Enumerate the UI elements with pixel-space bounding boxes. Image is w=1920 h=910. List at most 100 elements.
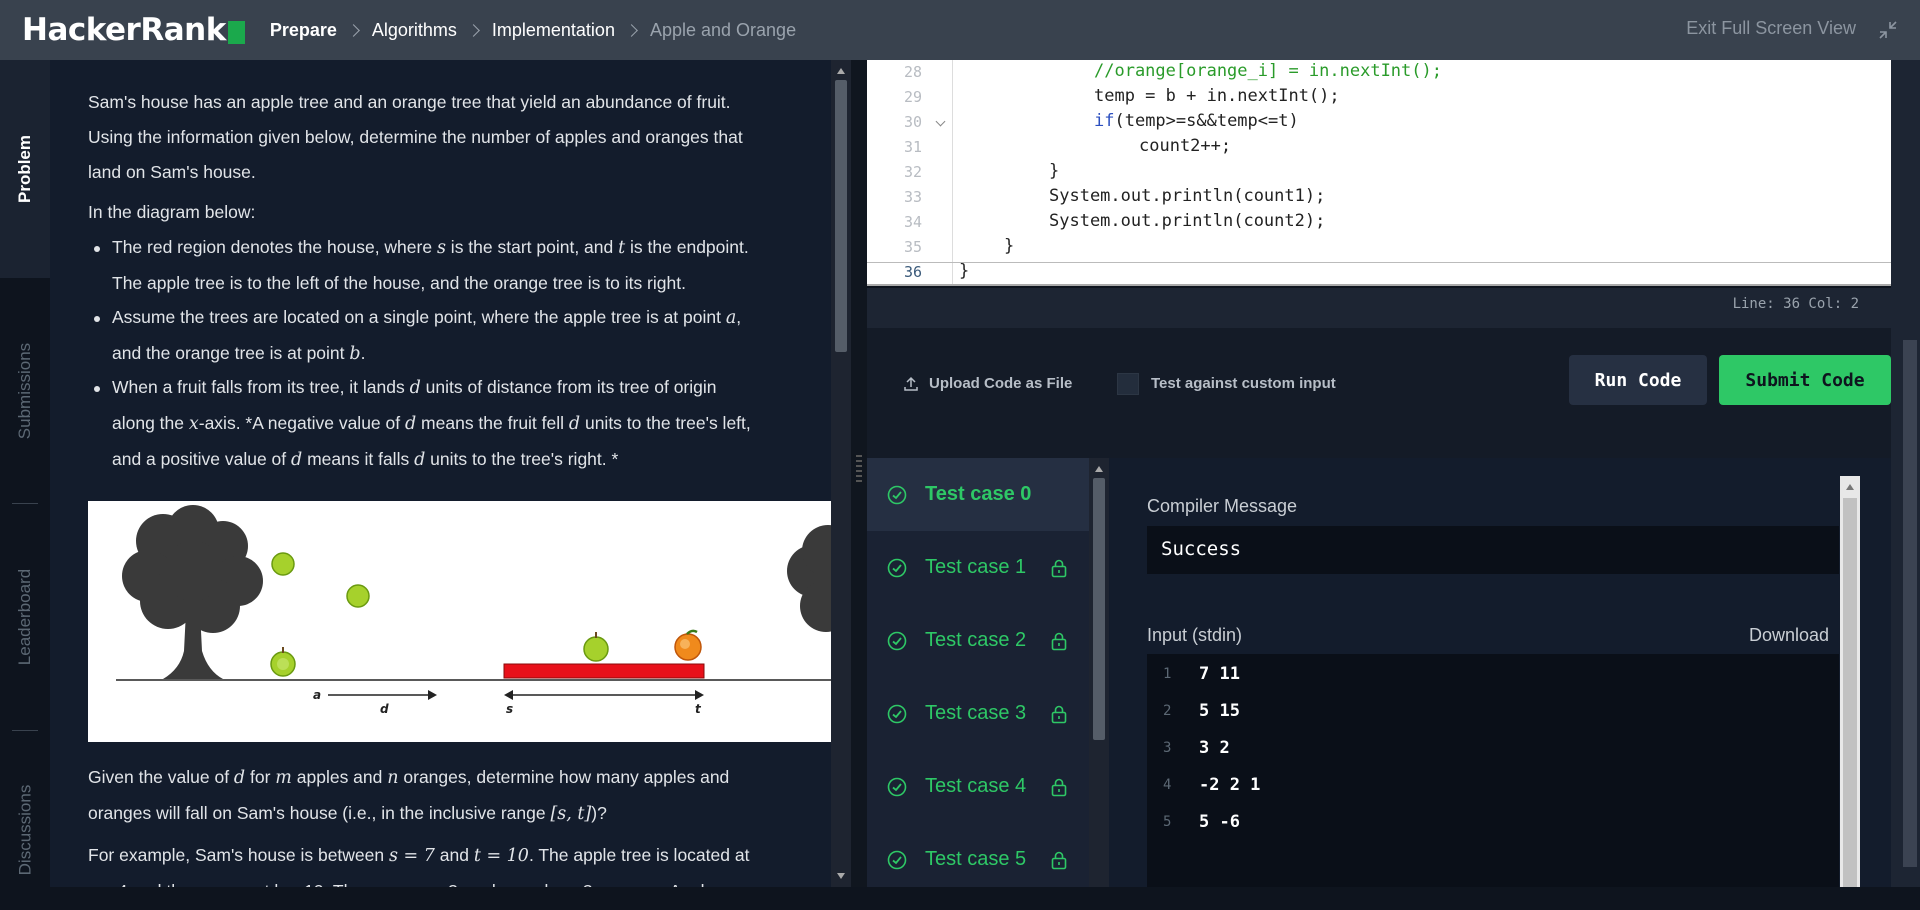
- tab-problem[interactable]: Problem: [0, 60, 50, 278]
- text: .: [360, 343, 366, 363]
- page-scrollbar[interactable]: [1900, 60, 1920, 887]
- problem-scrollbar[interactable]: [831, 60, 851, 887]
- text-line: For example, Sam's house is between s = …: [88, 838, 798, 874]
- text: and the orange tree is at point: [112, 343, 350, 363]
- stdin-line: 5 5 -6: [1147, 804, 1839, 840]
- text-line: oranges will fall on Sam's house (i.e., …: [88, 796, 798, 832]
- resize-handle-icon[interactable]: [856, 452, 862, 496]
- test-case-0[interactable]: Test case 0: [867, 458, 1089, 531]
- text: is the endpoint.: [625, 237, 749, 257]
- code-line[interactable]: if(temp>=s&&temp<=t): [1094, 111, 1299, 131]
- text: and: [434, 845, 474, 865]
- stdin-value: 3 2: [1199, 738, 1230, 758]
- question-paragraph: Given the value of d for m apples and n …: [88, 760, 798, 832]
- breadcrumb-algorithms[interactable]: Algorithms: [372, 20, 457, 41]
- test-case-5[interactable]: Test case 5: [867, 823, 1089, 896]
- line-number: 33: [903, 188, 922, 206]
- tab-discussions[interactable]: Discussions: [0, 750, 50, 910]
- code-line[interactable]: }: [1004, 236, 1014, 256]
- check-circle-icon: [887, 631, 907, 650]
- stdin-line: 1 7 11: [1147, 656, 1839, 692]
- math-b: b: [349, 344, 361, 364]
- text-line: a = 4 and the orange at b = 12. There ar…: [88, 874, 798, 887]
- math-n: n: [387, 768, 399, 788]
- logo-text: HackerRank: [22, 12, 226, 48]
- chevron-right-icon: [625, 23, 638, 37]
- scroll-up-icon[interactable]: [1846, 484, 1854, 490]
- code-line[interactable]: }: [1049, 161, 1059, 181]
- stdin-line-number: 2: [1163, 703, 1172, 719]
- scroll-up-icon[interactable]: [1095, 466, 1103, 472]
- test-case-list: Test case 0 Test case 1 Test case 2 Test ca…: [867, 458, 1089, 887]
- stdin-line-number: 1: [1163, 666, 1172, 682]
- scrollbar-thumb[interactable]: [1093, 478, 1105, 740]
- run-code-button[interactable]: Run Code: [1569, 355, 1707, 405]
- test-case-1[interactable]: Test case 1: [867, 531, 1089, 604]
- code-line[interactable]: //orange[orange_i] = in.nextInt();: [1094, 61, 1442, 81]
- scrollbar-thumb[interactable]: [1903, 340, 1917, 867]
- logo-square-icon: [227, 20, 245, 44]
- text-line: land on Sam's house.: [88, 162, 256, 182]
- bullet: [94, 246, 100, 252]
- test-case-scrollbar[interactable]: [1089, 458, 1109, 887]
- scroll-down-icon[interactable]: [837, 873, 845, 879]
- custom-input-checkbox[interactable]: [1117, 373, 1139, 395]
- breadcrumb-implementation[interactable]: Implementation: [492, 20, 615, 41]
- submit-code-button[interactable]: Submit Code: [1719, 355, 1891, 405]
- code-line[interactable]: count2++;: [1139, 136, 1231, 156]
- diagram-label-d: d: [380, 702, 389, 716]
- code-line[interactable]: System.out.println(count1);: [1049, 186, 1325, 206]
- code-line[interactable]: temp = b + in.nextInt();: [1094, 86, 1340, 106]
- tab-submissions[interactable]: Submissions: [0, 280, 50, 502]
- test-case-label: Test case 2: [925, 629, 1027, 651]
- tab-divider: [12, 503, 38, 504]
- check-circle-icon: [887, 558, 907, 577]
- compiler-message-box: Success: [1147, 526, 1839, 574]
- custom-input-label[interactable]: Test against custom input: [1151, 375, 1336, 392]
- stdin-line-number: 4: [1163, 777, 1172, 793]
- text: -axis. *A negative value of: [198, 413, 405, 433]
- active-line: [867, 262, 1891, 284]
- test-case-2[interactable]: Test case 2: [867, 604, 1089, 677]
- upload-code-button[interactable]: Upload Code as File: [903, 375, 1072, 392]
- text: units to the tree's left,: [580, 413, 751, 433]
- stdin-line-number: 5: [1163, 814, 1172, 830]
- text-line: Assume the trees are located on a single…: [112, 300, 822, 336]
- collapse-icon[interactable]: [1878, 20, 1898, 40]
- example-paragraph: For example, Sam's house is between s = …: [88, 838, 798, 887]
- test-case-4[interactable]: Test case 4: [867, 750, 1089, 823]
- top-bar: HackerRank Prepare Algorithms Implementa…: [0, 0, 1920, 60]
- upload-icon: [904, 376, 918, 391]
- test-output-panel: Compiler Message Success Input (stdin) D…: [1109, 458, 1891, 887]
- hackerrank-logo[interactable]: HackerRank: [22, 12, 245, 48]
- code-token: //orange[orange_i] = in.nextInt();: [1094, 61, 1442, 81]
- math-d: d: [404, 414, 417, 434]
- scrollbar-thumb[interactable]: [835, 80, 847, 352]
- download-link[interactable]: Download: [1749, 625, 1829, 646]
- scrollbar-thumb[interactable]: [1843, 498, 1857, 887]
- bullet-fruit-fall: When a fruit falls from its tree, it lan…: [112, 370, 822, 478]
- stdin-line: 2 5 15: [1147, 693, 1839, 729]
- diagram-intro: In the diagram below:: [88, 202, 256, 222]
- code-line[interactable]: System.out.println(count2);: [1049, 211, 1325, 231]
- scroll-up-icon[interactable]: [837, 68, 845, 74]
- text: is the start point, and: [445, 237, 619, 257]
- lock-icon: [1051, 778, 1067, 796]
- cursor-position: Line: 36 Col: 2: [1732, 296, 1859, 312]
- exit-fullscreen-link[interactable]: Exit Full Screen View: [1686, 18, 1856, 39]
- chevron-right-icon: [467, 23, 480, 37]
- test-case-3[interactable]: Test case 3: [867, 677, 1089, 750]
- text-line: along the x-axis. *A negative value of d…: [112, 406, 822, 442]
- tab-leaderboard-label: Leaderboard: [15, 568, 35, 666]
- text: Assume the trees are located on a single…: [112, 307, 726, 327]
- breadcrumb-prepare[interactable]: Prepare: [270, 20, 337, 41]
- code-token: }: [1004, 236, 1015, 256]
- output-scrollbar[interactable]: [1840, 476, 1860, 887]
- line-number: 32: [903, 163, 922, 181]
- tab-submissions-label: Submissions: [15, 342, 34, 440]
- code-editor[interactable]: 28 29 30 31 32 33 34 35 36 //orange[orange_i] = …: [867, 60, 1891, 286]
- tab-leaderboard[interactable]: Leaderboard: [0, 506, 50, 728]
- action-bar: Upload Code as File Test against custom …: [867, 328, 1891, 458]
- diagram-label-s: s: [506, 702, 513, 716]
- text: means it falls: [302, 449, 415, 469]
